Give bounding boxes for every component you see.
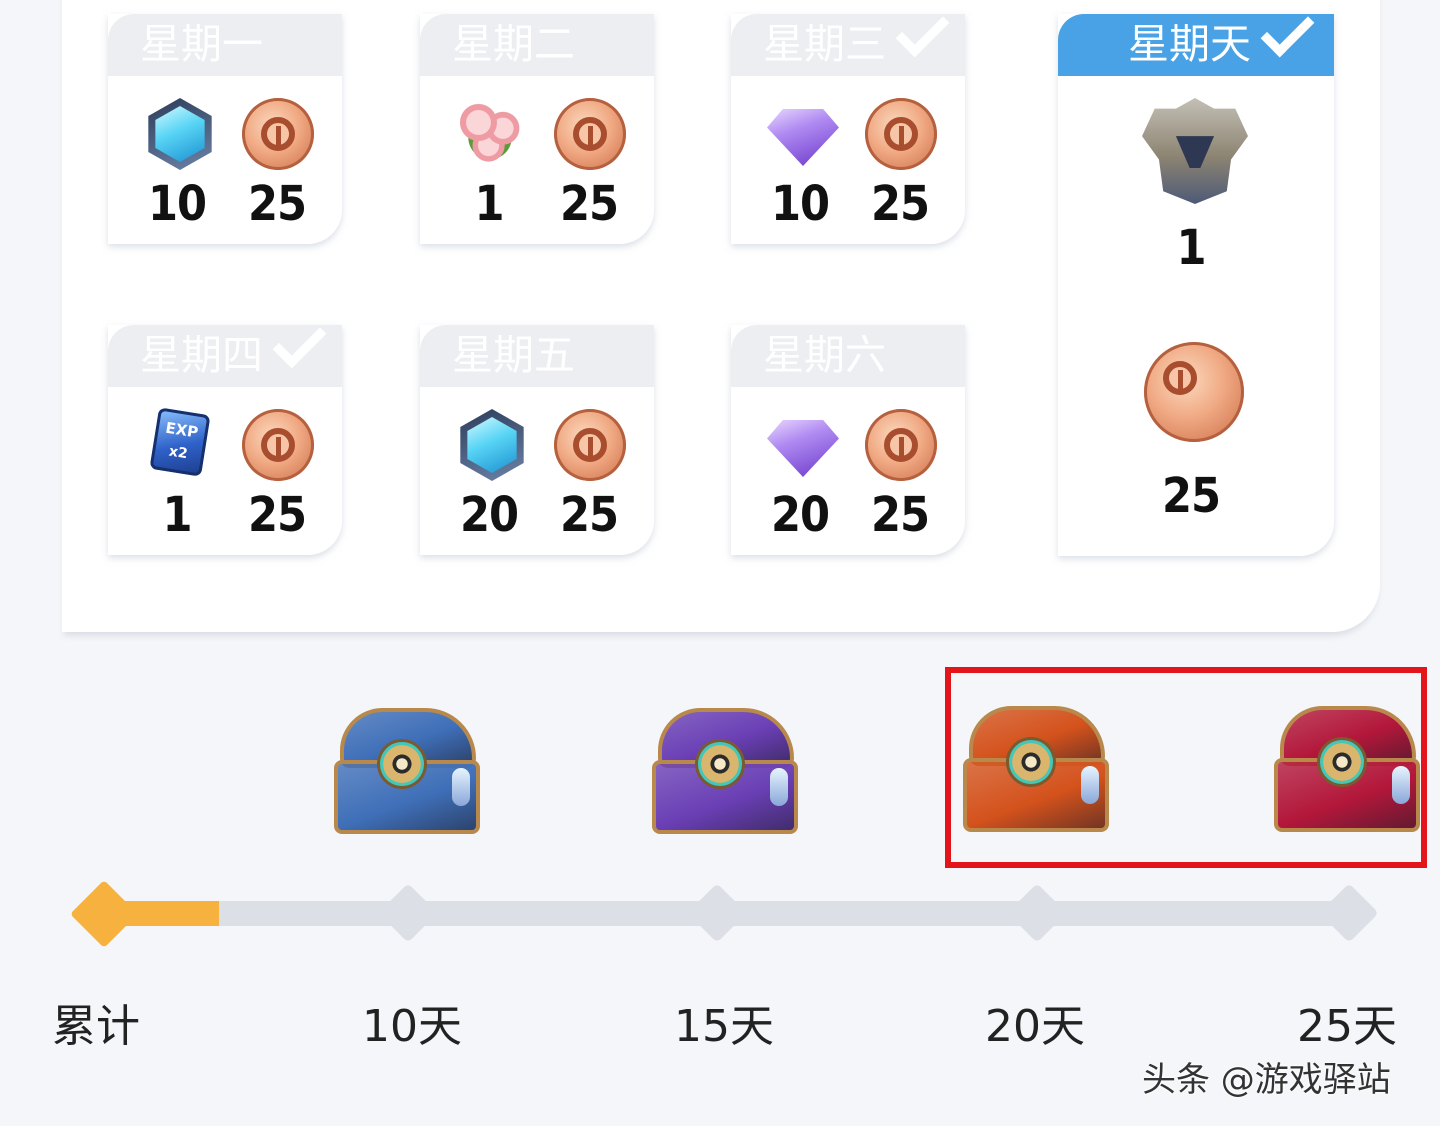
reward-value: 20 [459, 487, 519, 543]
purple-diamond-icon [767, 419, 839, 477]
day-header-friday: 星期五 [420, 325, 654, 387]
bronze-coin-icon [1144, 342, 1244, 442]
progress-start-diamond [70, 880, 138, 948]
cumulative-label: 累计 [52, 1001, 140, 1052]
check-icon [272, 325, 327, 369]
blue-hexagon-gem-icon [148, 98, 212, 170]
reward-value: 25 [247, 176, 307, 232]
rose-bouquet-icon [454, 98, 526, 170]
reward-value: 25 [559, 176, 619, 232]
day-label: 星期三 [763, 20, 886, 68]
reward-value: 1 [1176, 220, 1206, 276]
helmet-puzzle-fragment-icon [1142, 98, 1248, 204]
reward-value: 10 [147, 176, 207, 232]
day-card-wednesday[interactable]: 星期三 10 25 [731, 14, 965, 244]
watermark: 头条 @游戏驿站 [1142, 1060, 1391, 1100]
milestone-node-20 [1007, 883, 1067, 943]
check-icon [895, 14, 950, 58]
day-card-tuesday[interactable]: 星期二 1 25 [420, 14, 654, 244]
day-label: 星期四 [140, 331, 263, 379]
day-card-saturday[interactable]: 星期六 20 25 [731, 325, 965, 555]
purple-diamond-icon [767, 108, 839, 166]
highlight-box [945, 667, 1427, 868]
chest-lock [452, 768, 470, 806]
day-header-thursday: 星期四 [108, 325, 342, 387]
day-label: 星期六 [763, 331, 886, 379]
bronze-coin-icon [865, 98, 937, 170]
reward-value: 1 [162, 487, 192, 543]
milestone-node-10 [378, 883, 438, 943]
blue-hexagon-gem-icon [460, 409, 524, 481]
chest-emblem [380, 742, 424, 786]
day-card-sunday[interactable]: 星期天 1 25 [1058, 14, 1334, 556]
day-label: 星期天 [1128, 20, 1251, 68]
day-card-friday[interactable]: 星期五 20 25 [420, 325, 654, 555]
reward-value: 10 [770, 176, 830, 232]
day-label: 星期五 [452, 331, 575, 379]
reward-value: 25 [559, 487, 619, 543]
day-label: 星期一 [140, 20, 263, 68]
milestone-node-15 [687, 883, 747, 943]
reward-value: 1 [474, 176, 504, 232]
milestone-label-10: 10天 [362, 1001, 462, 1052]
chest-emblem [698, 742, 742, 786]
day-header-wednesday: 星期三 [731, 14, 965, 76]
reward-value: 25 [1161, 468, 1221, 524]
milestone-label-20: 20天 [985, 1001, 1085, 1052]
day-card-monday[interactable]: 星期一 10 25 [108, 14, 342, 244]
purple-treasure-chest-icon[interactable] [652, 708, 802, 838]
exp-double-card-icon: EXP x2 [149, 407, 211, 477]
check-icon [1260, 14, 1315, 58]
reward-value: 25 [247, 487, 307, 543]
bronze-coin-icon [554, 98, 626, 170]
day-card-thursday[interactable]: 星期四 EXP x2 1 25 [108, 325, 342, 555]
day-label: 星期二 [452, 20, 575, 68]
day-header-tuesday: 星期二 [420, 14, 654, 76]
bronze-coin-icon [242, 98, 314, 170]
reward-value: 25 [870, 176, 930, 232]
milestone-node-25 [1319, 883, 1379, 943]
exp-card-multiplier: x2 [167, 443, 189, 463]
bronze-coin-icon [865, 409, 937, 481]
exp-card-text: EXP [164, 418, 200, 442]
reward-value: 20 [770, 487, 830, 543]
milestone-label-25: 25天 [1297, 1001, 1397, 1052]
day-header-sunday: 星期天 [1058, 14, 1334, 76]
bronze-coin-icon [554, 409, 626, 481]
reward-value: 25 [870, 487, 930, 543]
blue-treasure-chest-icon[interactable] [334, 708, 484, 838]
chest-lock [770, 768, 788, 806]
day-header-monday: 星期一 [108, 14, 342, 76]
day-header-saturday: 星期六 [731, 325, 965, 387]
bronze-coin-icon [242, 409, 314, 481]
milestone-label-15: 15天 [674, 1001, 774, 1052]
